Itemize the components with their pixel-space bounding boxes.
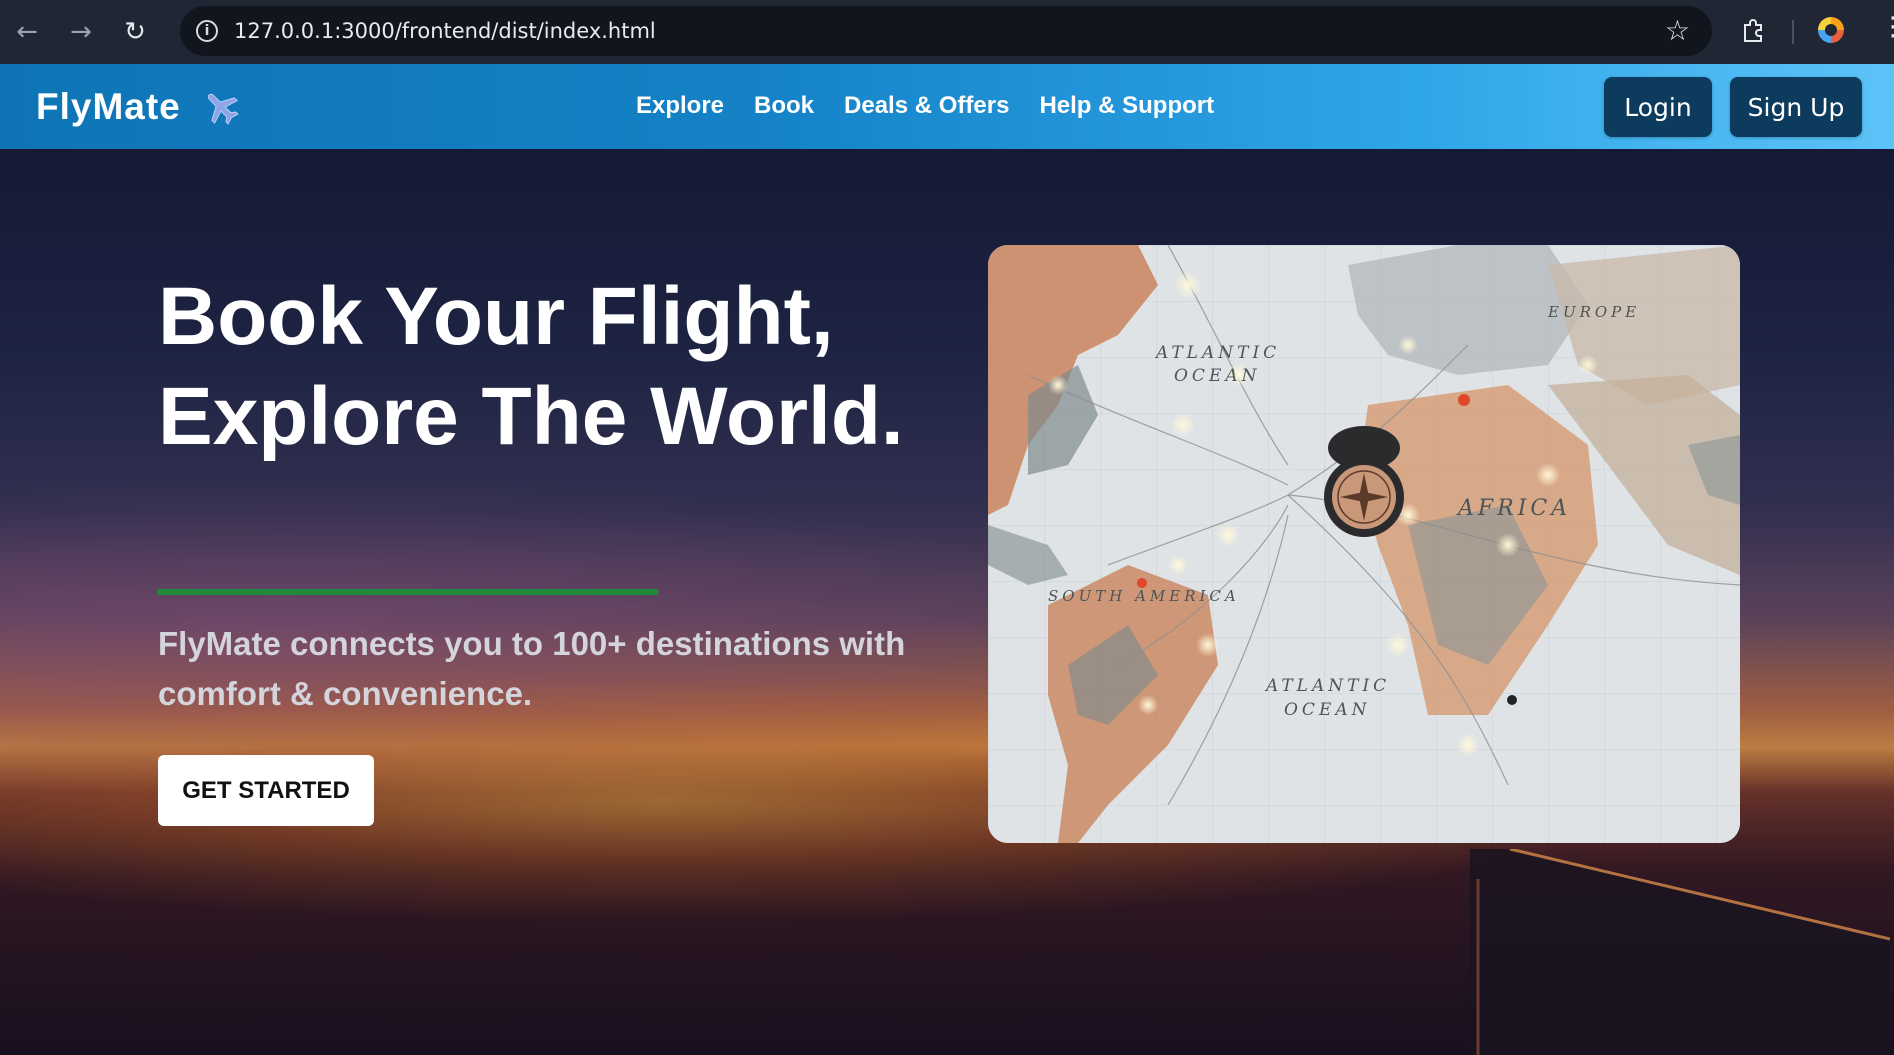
url-text[interactable]: 127.0.0.1:3000/frontend/dist/index.html: [234, 19, 656, 43]
nav-help-support[interactable]: Help & Support: [1039, 92, 1214, 120]
reload-icon[interactable]: ↻: [108, 0, 162, 64]
map-label-europe: EUROPE: [1547, 303, 1640, 321]
nav-explore[interactable]: Explore: [636, 92, 724, 120]
map-label-south-america: SOUTH AMERICA: [1048, 587, 1240, 605]
world-map-image: ATLANTIC OCEAN ATLANTIC OCEAN AFRICA SOU…: [988, 245, 1740, 843]
compass-icon: [1324, 426, 1404, 537]
browser-toolbar: ← → ↻ i 127.0.0.1:3000/frontend/dist/ind…: [0, 0, 1894, 64]
site-header: FlyMate Explore Book Deals & Offers Help…: [0, 64, 1894, 149]
extensions-icon[interactable]: [1740, 16, 1768, 44]
main-nav: Explore Book Deals & Offers Help & Suppo…: [636, 92, 1214, 120]
map-label-ocean-north: OCEAN: [1174, 366, 1261, 386]
site-info-icon[interactable]: i: [196, 20, 218, 42]
map-label-africa: AFRICA: [1456, 496, 1571, 521]
airplane-wing-image: [1470, 849, 1890, 1055]
map-label-ocean-south: OCEAN: [1284, 700, 1371, 720]
forward-arrow-icon[interactable]: →: [54, 0, 108, 64]
login-button[interactable]: Login: [1604, 77, 1712, 137]
hero-section: Book Your Flight, Explore The World. Fly…: [0, 149, 1894, 1055]
menu-icon[interactable]: ⋮: [1880, 14, 1894, 40]
toolbar-divider: [1792, 20, 1794, 44]
map-label-atlantic-north: ATLANTIC: [1154, 343, 1280, 363]
title-underline: [158, 589, 658, 595]
signup-button[interactable]: Sign Up: [1730, 77, 1862, 137]
nav-book[interactable]: Book: [754, 92, 814, 120]
hero-subtitle: FlyMate connects you to 100+ destination…: [158, 625, 906, 712]
address-bar[interactable]: i 127.0.0.1:3000/frontend/dist/index.htm…: [180, 6, 1712, 56]
map-label-atlantic-south: ATLANTIC: [1264, 676, 1390, 696]
logo-text: FlyMate: [36, 86, 181, 127]
back-arrow-icon[interactable]: ←: [0, 0, 54, 64]
world-map-illustration: ATLANTIC OCEAN ATLANTIC OCEAN AFRICA SOU…: [988, 245, 1740, 843]
bookmark-star-icon[interactable]: ☆: [1665, 14, 1690, 47]
airplane-icon: [207, 93, 239, 125]
nav-deals-offers[interactable]: Deals & Offers: [844, 92, 1009, 120]
logo[interactable]: FlyMate: [36, 86, 241, 128]
profile-icon[interactable]: [1818, 17, 1844, 43]
get-started-button[interactable]: GET STARTED: [158, 755, 374, 826]
hero-title: Book Your Flight, Explore The World.: [158, 271, 904, 462]
